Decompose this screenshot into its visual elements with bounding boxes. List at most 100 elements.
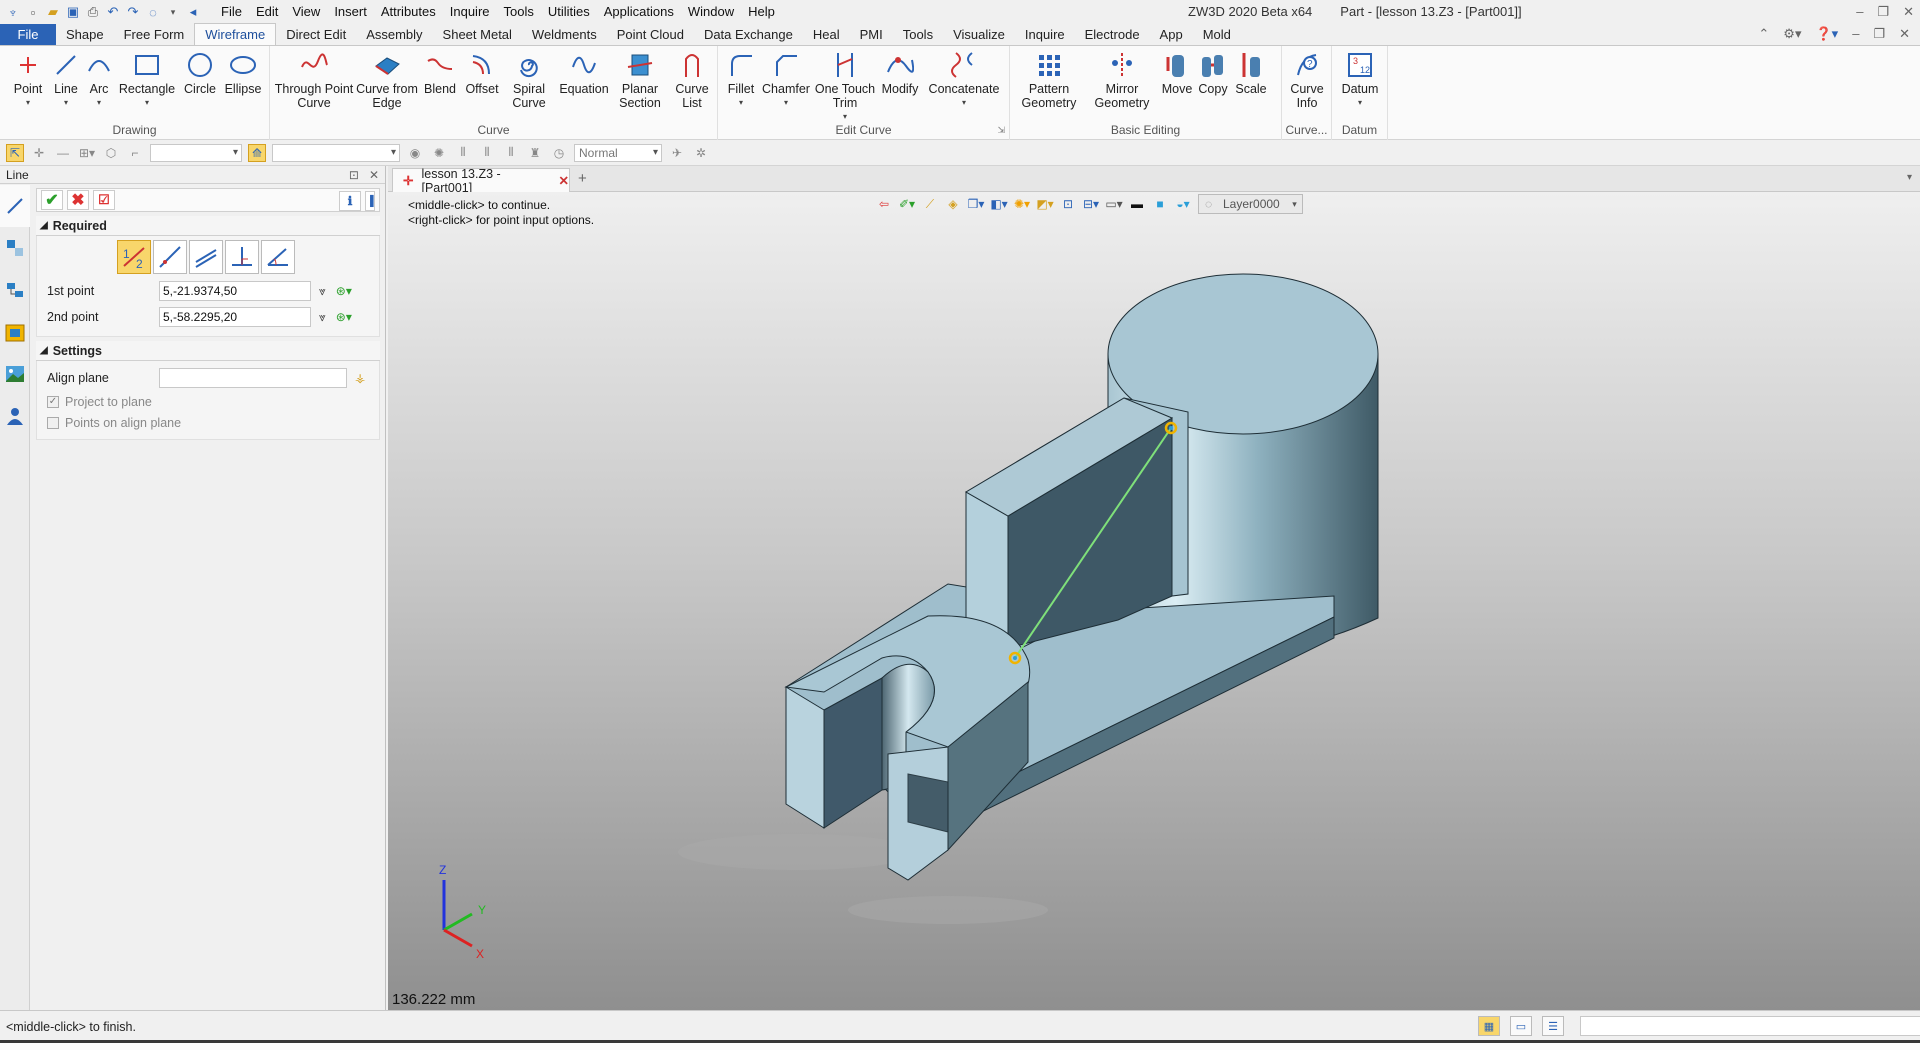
tab-tools[interactable]: Tools bbox=[893, 24, 943, 45]
menu-insert[interactable]: Insert bbox=[327, 0, 374, 24]
light-icon[interactable]: ♜ bbox=[526, 144, 544, 162]
required-section-header[interactable]: ◢ Required bbox=[36, 216, 380, 236]
menu-window[interactable]: Window bbox=[681, 0, 741, 24]
mirror-geometry-button[interactable]: Mirror Geometry bbox=[1090, 50, 1154, 110]
menu-view[interactable]: View bbox=[285, 0, 327, 24]
layer-filter-icon[interactable]: ⟰ bbox=[248, 143, 266, 162]
tab-direct-edit[interactable]: Direct Edit bbox=[276, 24, 356, 45]
camera-icon[interactable]: ✈ bbox=[668, 144, 686, 162]
back-arrow-icon[interactable]: ◂ bbox=[184, 3, 202, 21]
menu-file[interactable]: File bbox=[214, 0, 249, 24]
tab-app[interactable]: App bbox=[1150, 24, 1193, 45]
points-on-align-plane-checkbox[interactable]: Points on align plane bbox=[37, 412, 379, 433]
save-icon[interactable]: ▣ bbox=[64, 3, 82, 21]
tab-shape[interactable]: Shape bbox=[56, 24, 114, 45]
assembly-tree-icon[interactable] bbox=[0, 269, 30, 311]
expand-options-icon[interactable]: ⩔ bbox=[319, 284, 326, 299]
app-logo-icon[interactable]: ♆ bbox=[4, 3, 22, 21]
pin-icon[interactable]: ⊡ bbox=[349, 168, 359, 182]
tab-heal[interactable]: Heal bbox=[803, 24, 850, 45]
undo-icon[interactable]: ↶ bbox=[104, 3, 122, 21]
group-expand-icon[interactable]: ⇲ bbox=[997, 125, 1005, 136]
perpendicular-mode-button[interactable] bbox=[225, 240, 259, 274]
first-point-input[interactable] bbox=[159, 281, 311, 301]
help-icon[interactable]: ❓▾ bbox=[1815, 26, 1838, 42]
insert-icon[interactable]: ⊞▾ bbox=[78, 144, 96, 162]
window-list-icon[interactable]: ☰ bbox=[1542, 1016, 1564, 1036]
pattern-geometry-button[interactable]: Pattern Geometry bbox=[1014, 50, 1084, 110]
tab-point-cloud[interactable]: Point Cloud bbox=[607, 24, 694, 45]
close-tab-icon[interactable]: ✕ bbox=[559, 173, 569, 188]
redo-icon[interactable]: ↷ bbox=[124, 3, 142, 21]
3d-canvas[interactable]: <middle-click> to continue. <right-click… bbox=[388, 192, 1920, 1010]
dropdown-icon[interactable]: ▾ bbox=[164, 3, 182, 21]
tab-free-form[interactable]: Free Form bbox=[114, 24, 195, 45]
command-input[interactable] bbox=[1580, 1016, 1920, 1036]
tab-file[interactable]: File bbox=[0, 24, 56, 45]
menu-edit[interactable]: Edit bbox=[249, 0, 285, 24]
select-icon[interactable]: ◌ bbox=[144, 3, 162, 21]
monitor-icon[interactable]: ▭ bbox=[1510, 1016, 1532, 1036]
history-tree-icon[interactable] bbox=[0, 227, 30, 269]
datum-button[interactable]: 3 12 Datum ▾ bbox=[1340, 50, 1380, 110]
arc-button[interactable]: Arc ▾ bbox=[84, 50, 114, 110]
tab-pmi[interactable]: PMI bbox=[850, 24, 893, 45]
point-button[interactable]: Point ▾ bbox=[10, 50, 46, 110]
spiral-curve-button[interactable]: Spiral Curve bbox=[506, 50, 552, 110]
ellipse-button[interactable]: Ellipse bbox=[222, 50, 264, 96]
settings-icon[interactable]: ✲ bbox=[692, 144, 710, 162]
equation-button[interactable]: Equation bbox=[558, 50, 610, 96]
point-picker-icon[interactable]: ⊛▾ bbox=[336, 284, 352, 298]
pause-icon[interactable]: ◉ bbox=[406, 144, 424, 162]
chamfer-button[interactable]: Chamfer ▾ bbox=[760, 50, 812, 110]
expand-options-icon[interactable]: ⩔ bbox=[319, 310, 326, 325]
copy-button[interactable]: Copy bbox=[1196, 50, 1230, 96]
menu-attributes[interactable]: Attributes bbox=[374, 0, 443, 24]
rectangle-button[interactable]: Rectangle ▾ bbox=[118, 50, 176, 110]
offset-button[interactable]: Offset bbox=[464, 50, 500, 96]
blend-button[interactable]: Blend bbox=[422, 50, 458, 96]
minus-icon[interactable]: — bbox=[54, 144, 72, 162]
menu-inquire[interactable]: Inquire bbox=[443, 0, 497, 24]
tab-wireframe[interactable]: Wireframe bbox=[194, 23, 277, 45]
layout-icon[interactable]: ▦ bbox=[1478, 1016, 1500, 1036]
menu-tools[interactable]: Tools bbox=[497, 0, 541, 24]
collapse-ribbon-icon[interactable]: ⌃ bbox=[1758, 26, 1769, 42]
close-icon[interactable]: ✕ bbox=[1903, 0, 1914, 24]
render-mode-select[interactable]: Normal bbox=[574, 143, 662, 162]
tab-assembly[interactable]: Assembly bbox=[356, 24, 432, 45]
circle-button[interactable]: Circle bbox=[180, 50, 220, 96]
angle-mode-button[interactable] bbox=[261, 240, 295, 274]
layer-filter-select[interactable] bbox=[272, 143, 400, 162]
part-library-icon[interactable] bbox=[0, 311, 30, 353]
two-points-mode-button[interactable]: 12 bbox=[117, 240, 151, 274]
minimize-icon[interactable]: – bbox=[1856, 0, 1863, 24]
pick-filter-icon[interactable]: ⇱ bbox=[6, 143, 24, 162]
tab-electrode[interactable]: Electrode bbox=[1075, 24, 1150, 45]
tab-list-icon[interactable]: ▾ bbox=[1907, 172, 1912, 183]
clock-icon[interactable]: ◷ bbox=[550, 144, 568, 162]
new-tab-icon[interactable]: + bbox=[578, 170, 587, 187]
tab-data-exchange[interactable]: Data Exchange bbox=[694, 24, 803, 45]
minimize-icon[interactable]: – bbox=[1852, 26, 1859, 42]
cancel-button[interactable]: ✖ bbox=[67, 190, 89, 210]
align-left-icon[interactable]: ⫴ bbox=[454, 144, 472, 162]
concatenate-button[interactable]: Concatenate ▾ bbox=[926, 50, 1002, 110]
second-point-input[interactable] bbox=[159, 307, 311, 327]
menu-applications[interactable]: Applications bbox=[597, 0, 681, 24]
document-tab[interactable]: ✛ lesson 13.Z3 - [Part001] ✕ bbox=[392, 167, 570, 195]
modify-button[interactable]: Modify bbox=[878, 50, 922, 96]
scale-button[interactable]: Scale bbox=[1234, 50, 1268, 96]
settings-section-header[interactable]: ◢ Settings bbox=[36, 341, 380, 361]
one-touch-trim-button[interactable]: One Touch Trim ▾ bbox=[814, 50, 876, 124]
fillet-button[interactable]: Fillet ▾ bbox=[724, 50, 758, 110]
plane-picker-icon[interactable]: ⚶ bbox=[355, 371, 365, 385]
menu-help[interactable]: Help bbox=[741, 0, 782, 24]
reset-icon[interactable]: ✺ bbox=[430, 144, 448, 162]
move-button[interactable]: Move bbox=[1160, 50, 1194, 96]
close-icon[interactable]: ✕ bbox=[1899, 26, 1910, 42]
tab-mold[interactable]: Mold bbox=[1193, 24, 1241, 45]
gear-icon[interactable]: ⚙▾ bbox=[1783, 26, 1801, 42]
apply-button[interactable]: ☑ bbox=[93, 190, 115, 210]
menu-utilities[interactable]: Utilities bbox=[541, 0, 597, 24]
